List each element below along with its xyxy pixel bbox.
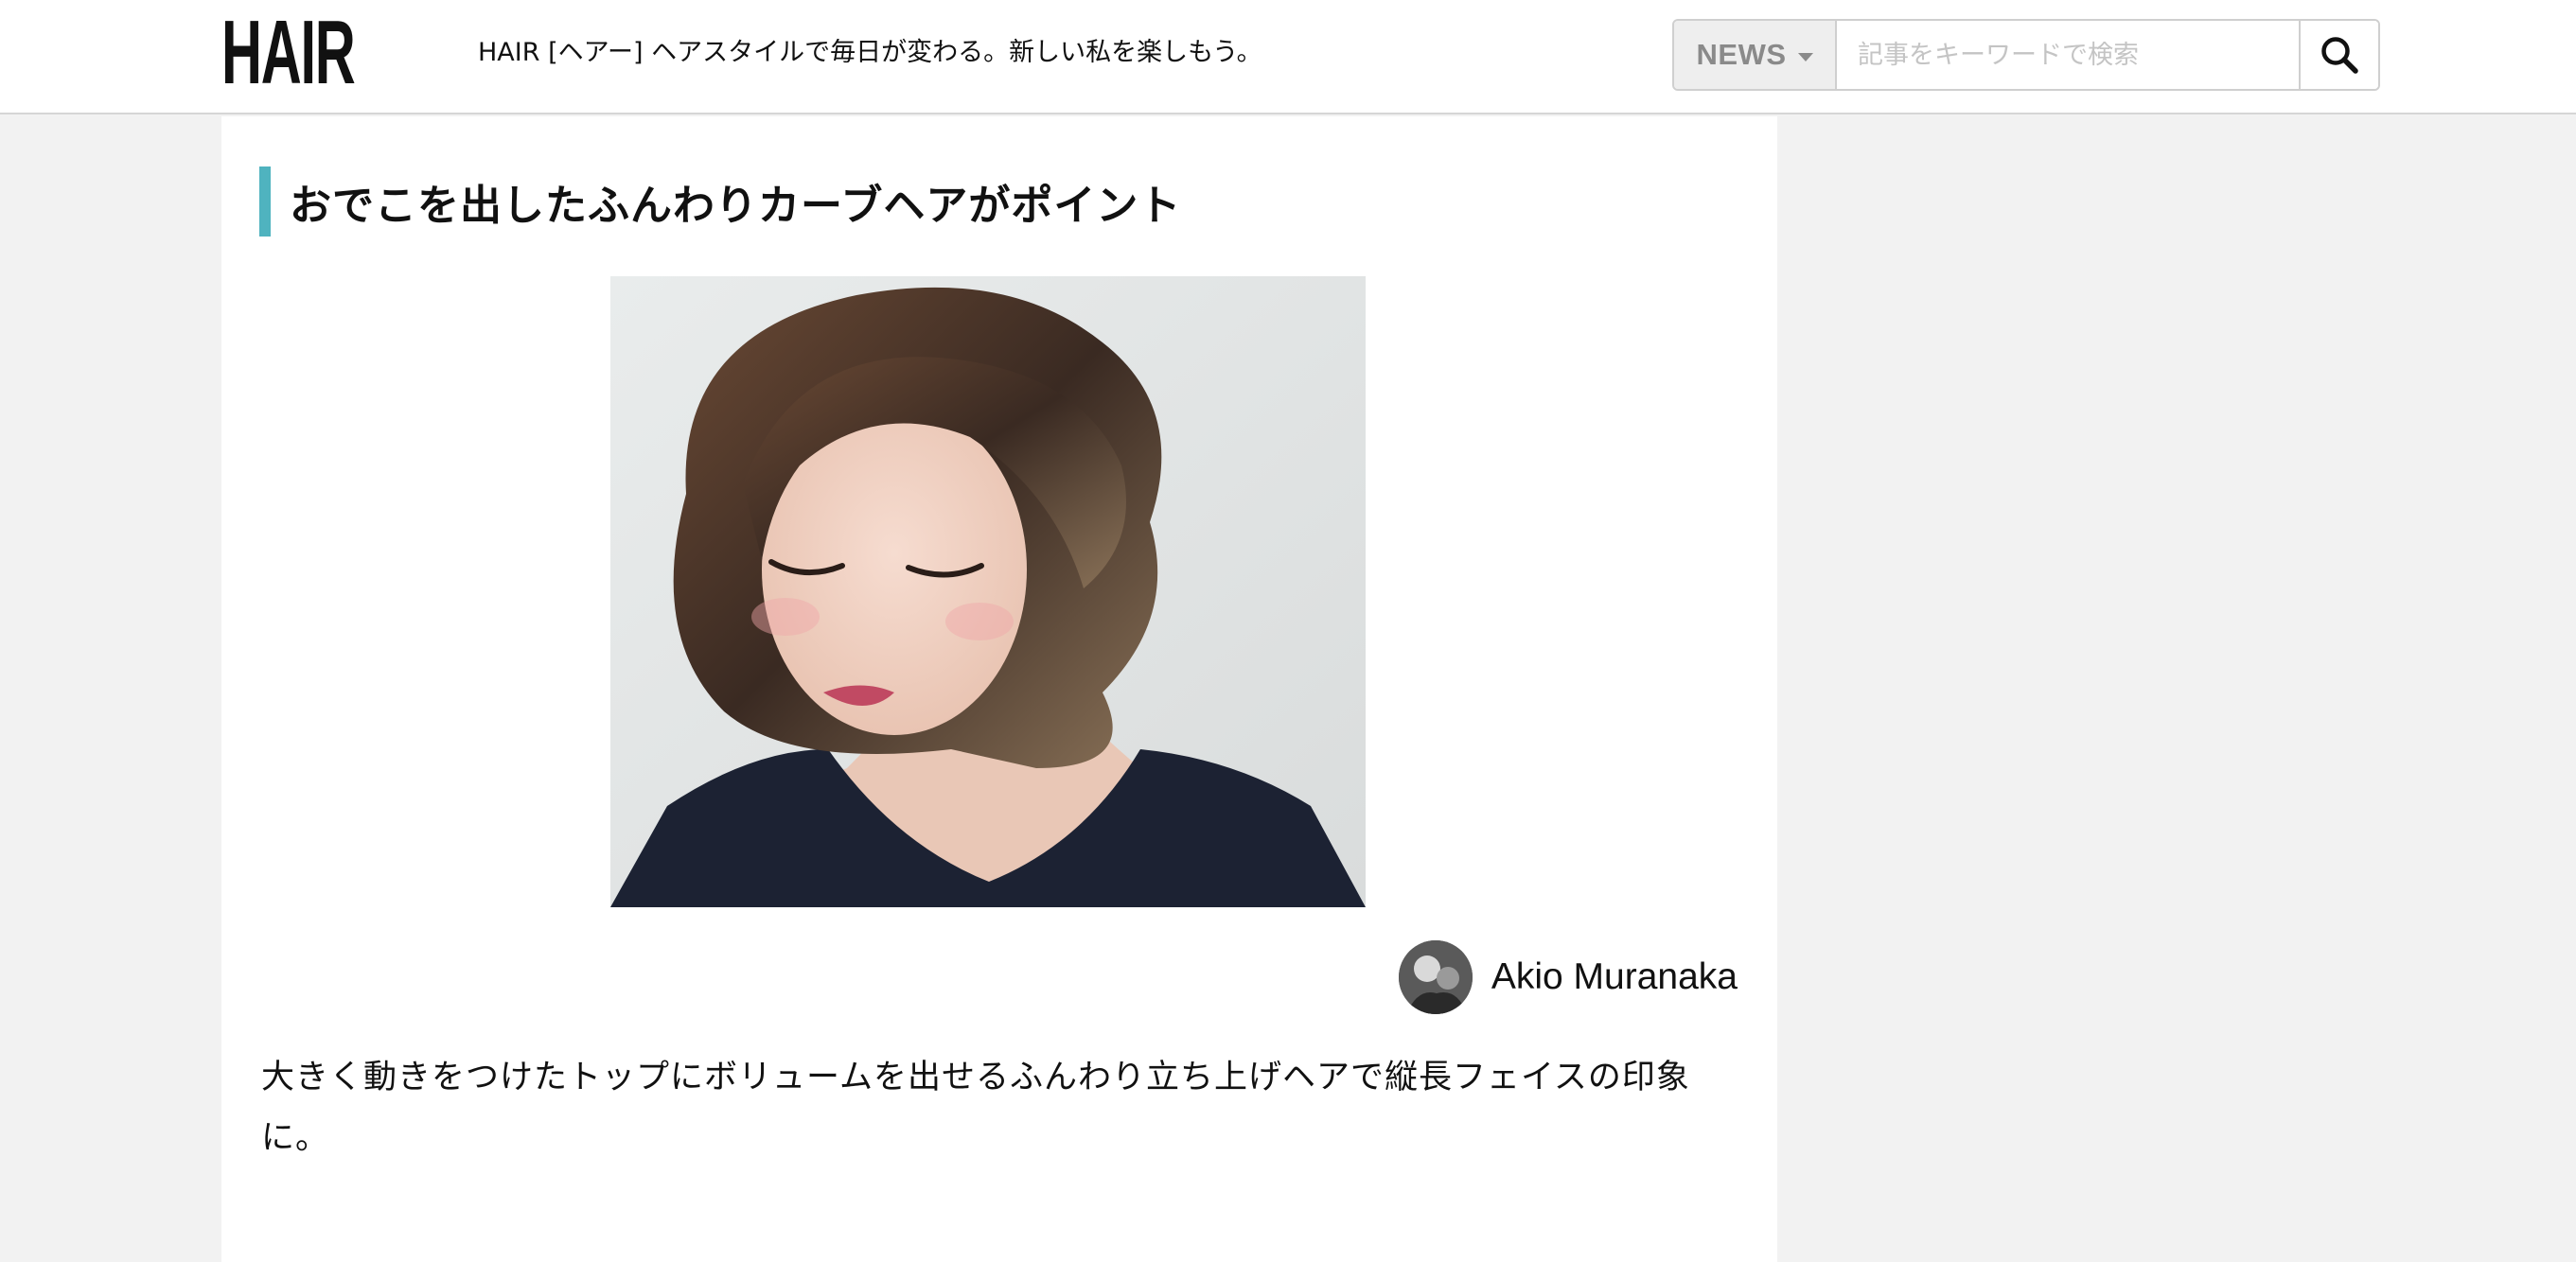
article-body-text: 大きく動きをつけたトップにボリュームを出せるふんわり立ち上げヘアで縦長フェイスの… bbox=[261, 1059, 1690, 1157]
photo-credit[interactable]: Akio Muranaka bbox=[1398, 940, 1738, 1014]
search-icon bbox=[2321, 37, 2358, 74]
category-label: NEWS bbox=[1696, 38, 1787, 71]
hairstyle-photo-image bbox=[610, 276, 1366, 907]
caret-down-icon bbox=[1797, 52, 1813, 61]
site-header: HAIR HAIR [ヘアー] ヘアスタイルで毎日が変わる。新しい私を楽しもう。… bbox=[0, 0, 2576, 114]
site-logo[interactable]: HAIR bbox=[221, 8, 356, 98]
category-select[interactable]: NEWS bbox=[1674, 21, 1837, 89]
site-tagline: HAIR [ヘアー] ヘアスタイルで毎日が変わる。新しい私を楽しもう。 bbox=[478, 38, 1262, 67]
section-heading-text: おでこを出したふんわりカーブヘアがポイント bbox=[290, 182, 1182, 230]
search-bar: NEWS bbox=[1672, 19, 2380, 91]
section-heading: おでこを出したふんわりカーブヘアがポイント bbox=[259, 167, 1181, 237]
hairstyle-photo[interactable] bbox=[610, 276, 1366, 907]
credit-name: Akio Muranaka bbox=[1491, 956, 1738, 997]
search-button[interactable] bbox=[2299, 21, 2378, 89]
avatar bbox=[1398, 940, 1473, 1014]
article-content: おでこを出したふんわりカーブヘアがポイント Akio Muranaka 大きく動… bbox=[221, 116, 1777, 1262]
search-input[interactable] bbox=[1837, 21, 2299, 89]
